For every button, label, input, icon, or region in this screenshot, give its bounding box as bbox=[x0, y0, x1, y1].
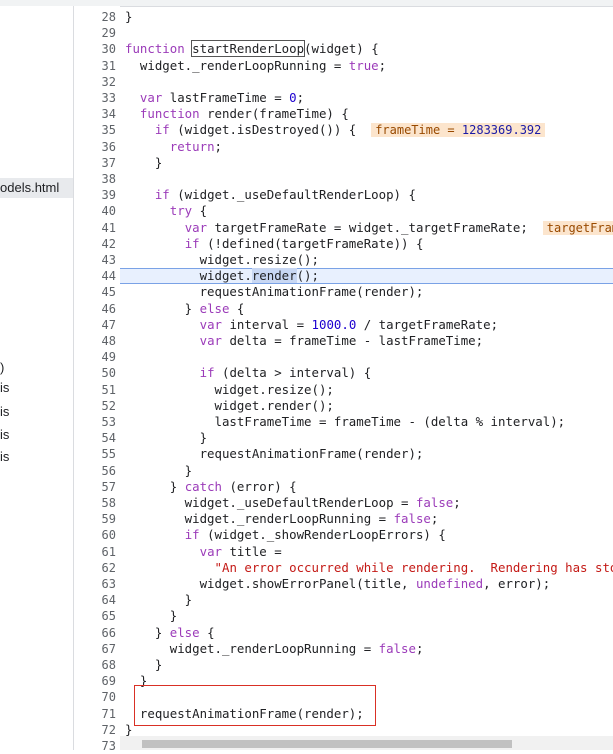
horizontal-scrollbar-thumb[interactable] bbox=[142, 740, 512, 748]
code-line[interactable]: widget._renderLoopRunning = true; bbox=[125, 58, 386, 74]
code-line[interactable]: var interval = 1000.0 / targetFrameRate; bbox=[125, 317, 498, 333]
line-number[interactable]: 65 bbox=[74, 608, 116, 624]
code-line[interactable]: } catch (error) { bbox=[125, 479, 297, 495]
sidebar-file-item[interactable]: is bbox=[0, 425, 9, 445]
code-line[interactable]: widget.render(); bbox=[125, 398, 334, 414]
code-line[interactable]: } else { bbox=[125, 625, 215, 641]
code-line[interactable]: } bbox=[125, 155, 162, 171]
line-number[interactable]: 61 bbox=[74, 544, 116, 560]
code-line[interactable]: if (!defined(targetFrameRate)) { bbox=[125, 236, 424, 252]
code-line[interactable]: requestAnimationFrame(render); bbox=[125, 284, 424, 300]
line-number[interactable]: 57 bbox=[74, 479, 116, 495]
line-number[interactable]: 68 bbox=[74, 657, 116, 673]
code-line[interactable]: function render(frameTime) { bbox=[125, 106, 349, 122]
line-number[interactable]: 56 bbox=[74, 463, 116, 479]
line-number[interactable]: 42 bbox=[74, 236, 116, 252]
line-number[interactable]: 39 bbox=[74, 187, 116, 203]
code-line[interactable]: widget.resize(); bbox=[125, 382, 334, 398]
line-number-gutter[interactable]: 28 29 30 31 32 33 34 35 36 37 38 39 40 41 42 43 44 45 46 47… bbox=[74, 6, 120, 753]
code-line[interactable]: function startRenderLoop(widget) { bbox=[125, 40, 379, 58]
code-line[interactable]: } bbox=[125, 592, 192, 608]
line-number[interactable]: 64 bbox=[74, 592, 116, 608]
annotation-highlight-box bbox=[134, 685, 376, 726]
horizontal-scrollbar[interactable] bbox=[120, 736, 613, 750]
line-number[interactable]: 53 bbox=[74, 414, 116, 430]
line-number[interactable]: 58 bbox=[74, 495, 116, 511]
line-number[interactable]: 50 bbox=[74, 365, 116, 381]
line-number[interactable]: 66 bbox=[74, 625, 116, 641]
line-number[interactable]: 41 bbox=[74, 220, 116, 236]
line-number[interactable]: 52 bbox=[74, 398, 116, 414]
line-number[interactable]: 72 bbox=[74, 722, 116, 738]
line-number[interactable]: 44 bbox=[74, 268, 116, 284]
code-line[interactable]: widget.showErrorPanel(title, undefined, … bbox=[125, 576, 551, 592]
line-number[interactable]: 43 bbox=[74, 252, 116, 268]
line-number[interactable]: 54 bbox=[74, 430, 116, 446]
line-number[interactable]: 35 bbox=[74, 122, 116, 138]
line-number[interactable]: 70 bbox=[74, 689, 116, 705]
sidebar-file-item[interactable]: is bbox=[0, 378, 9, 398]
line-number[interactable]: 67 bbox=[74, 641, 116, 657]
code-line[interactable]: "An error occurred while rendering. Rend… bbox=[125, 560, 613, 576]
sidebar-file-item[interactable]: ) bbox=[0, 358, 4, 378]
code-line[interactable]: var lastFrameTime = 0; bbox=[125, 90, 304, 106]
code-line[interactable]: } bbox=[125, 463, 192, 479]
line-number[interactable]: 32 bbox=[74, 74, 116, 90]
code-line[interactable]: } bbox=[125, 9, 132, 25]
inline-variable-value: frameTime = 1283369.392 bbox=[371, 123, 546, 138]
line-number[interactable]: 34 bbox=[74, 106, 116, 122]
code-line[interactable]: } bbox=[125, 608, 177, 624]
code-line[interactable]: var delta = frameTime - lastFrameTime; bbox=[125, 333, 483, 349]
line-number[interactable]: 40 bbox=[74, 203, 116, 219]
code-line[interactable]: widget._renderLoopRunning = false; bbox=[125, 511, 439, 527]
sidebar-file-item[interactable]: is bbox=[0, 402, 9, 422]
line-number[interactable]: 59 bbox=[74, 511, 116, 527]
line-number[interactable]: 29 bbox=[74, 25, 116, 41]
line-number[interactable]: 37 bbox=[74, 155, 116, 171]
line-number[interactable]: 49 bbox=[74, 349, 116, 365]
code-line[interactable]: widget.render(); bbox=[125, 268, 319, 284]
code-line[interactable]: widget._renderLoopRunning = false; bbox=[125, 641, 424, 657]
code-line[interactable]: if (widget._useDefaultRenderLoop) { bbox=[125, 187, 416, 203]
code-line[interactable]: } bbox=[125, 722, 132, 736]
line-number[interactable]: 60 bbox=[74, 527, 116, 543]
line-number[interactable]: 46 bbox=[74, 301, 116, 317]
line-number[interactable]: 55 bbox=[74, 446, 116, 462]
code-line[interactable]: if (delta > interval) { bbox=[125, 365, 372, 381]
code-line[interactable]: var title = bbox=[125, 544, 282, 560]
code-line[interactable]: if (widget._showRenderLoopErrors) { bbox=[125, 527, 446, 543]
code-editor[interactable]: } function startRenderLoop(widget) { widg… bbox=[120, 6, 613, 736]
line-number[interactable]: 31 bbox=[74, 58, 116, 74]
line-number[interactable]: 45 bbox=[74, 284, 116, 300]
line-number[interactable]: 28 bbox=[74, 9, 116, 25]
code-line[interactable]: } bbox=[125, 430, 207, 446]
line-number[interactable]: 51 bbox=[74, 382, 116, 398]
line-number[interactable]: 33 bbox=[74, 90, 116, 106]
file-navigator-sidebar: odels.html) is is is is bbox=[0, 6, 74, 750]
sidebar-file-item[interactable]: odels.html bbox=[0, 178, 73, 198]
code-line[interactable]: requestAnimationFrame(render); bbox=[125, 446, 424, 462]
line-number[interactable]: 69 bbox=[74, 673, 116, 689]
sidebar-file-item[interactable]: is bbox=[0, 447, 9, 467]
line-number[interactable]: 36 bbox=[74, 139, 116, 155]
code-line[interactable]: } else { bbox=[125, 301, 245, 317]
code-line[interactable]: try { bbox=[125, 203, 207, 219]
code-line[interactable]: widget._useDefaultRenderLoop = false; bbox=[125, 495, 461, 511]
line-number[interactable]: 30 bbox=[74, 41, 116, 57]
code-line[interactable]: widget.resize(); bbox=[125, 252, 319, 268]
inline-variable-value: targetFram bbox=[542, 220, 613, 235]
line-number[interactable]: 63 bbox=[74, 576, 116, 592]
code-line[interactable]: lastFrameTime = frameTime - (delta % int… bbox=[125, 414, 566, 430]
line-number[interactable]: 47 bbox=[74, 317, 116, 333]
code-line[interactable]: if (widget.isDestroyed()) { frameTime = … bbox=[125, 122, 546, 138]
code-line[interactable]: } bbox=[125, 657, 162, 673]
line-number[interactable]: 62 bbox=[74, 560, 116, 576]
code-line[interactable]: return; bbox=[125, 139, 222, 155]
line-number[interactable]: 73 bbox=[74, 738, 116, 754]
line-number[interactable]: 71 bbox=[74, 706, 116, 722]
code-line[interactable]: var targetFrameRate = widget._targetFram… bbox=[125, 220, 613, 236]
line-number[interactable]: 48 bbox=[74, 333, 116, 349]
line-number[interactable]: 38 bbox=[74, 171, 116, 187]
